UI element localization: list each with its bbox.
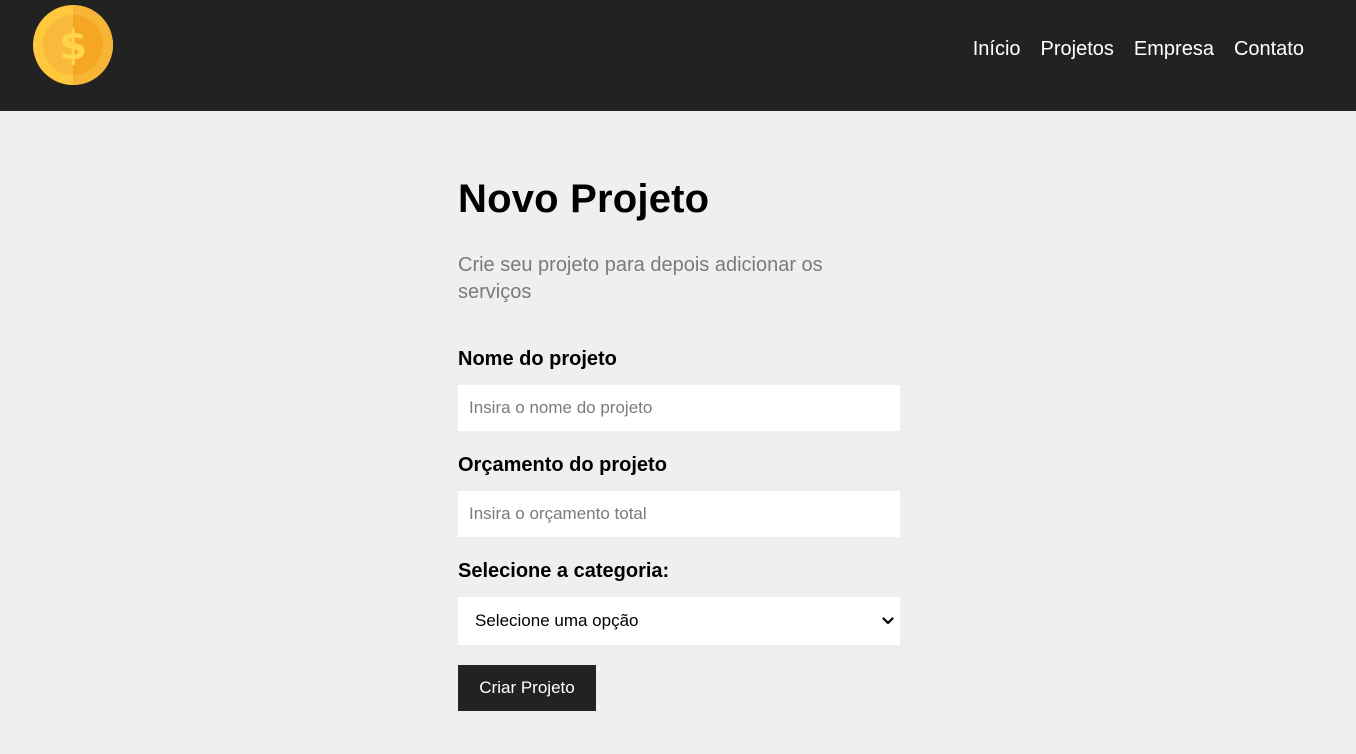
dollar-coin-icon[interactable]: $ [32,4,114,86]
nav-link-empresa[interactable]: Empresa [1134,38,1214,60]
page-subtitle: Crie seu projeto para depois adicionar o… [458,254,823,303]
category-label: Selecione a categoria: [458,560,670,582]
category-selected-value: Selecione uma opção [475,611,639,630]
nav-item-inicio: Início [973,36,1021,62]
nav-item-projetos: Projetos [1041,36,1114,62]
nav-item-contato: Contato [1234,36,1304,62]
page-title: Novo Projeto [458,177,710,221]
nav-link-inicio[interactable]: Início [973,38,1021,60]
project-name-label: Nome do projeto [458,348,617,370]
nav-item-empresa: Empresa [1134,36,1214,62]
navbar: $ Início Projetos Empresa Contato [0,0,1356,111]
new-project-form: Nome do projeto Orçamento do projeto Sel… [458,344,900,711]
create-project-button[interactable]: Criar Projeto [458,665,596,711]
nav-links: Início Projetos Empresa Contato [973,36,1304,62]
project-name-field: Nome do projeto [458,344,900,431]
new-project-container: Novo Projeto Crie seu projeto para depoi… [458,170,900,711]
nav-link-projetos[interactable]: Projetos [1041,38,1114,60]
nav-link-contato[interactable]: Contato [1234,38,1304,60]
project-budget-input[interactable] [458,491,900,537]
project-name-input[interactable] [458,385,900,431]
svg-text:$: $ [59,23,87,69]
chevron-down-icon [882,617,894,625]
project-budget-field: Orçamento do projeto [458,450,900,537]
category-select[interactable]: Selecione uma opção [458,597,900,645]
category-field: Selecione a categoria: Selecione uma opç… [458,556,900,645]
project-budget-label: Orçamento do projeto [458,454,667,476]
